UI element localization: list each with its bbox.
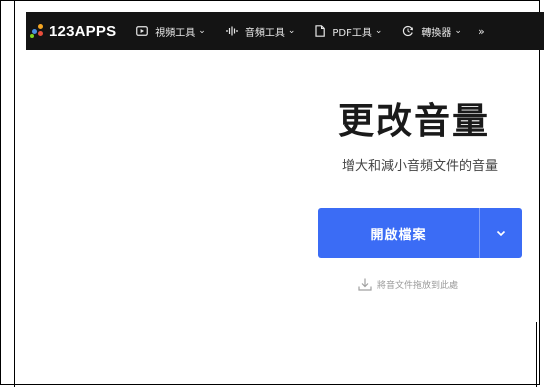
logo-dots-icon bbox=[30, 24, 46, 38]
right-border-line bbox=[536, 322, 537, 387]
top-navbar: 123APPS 視頻工具 ⌄ 音頻工具 ⌄ PDF工具 ⌄ 轉換器 ⌄ » bbox=[26, 12, 544, 50]
document-icon bbox=[315, 25, 326, 37]
nav-pdf-tools-label: PDF工具 bbox=[332, 27, 372, 39]
open-file-label: 開啟檔案 bbox=[370, 227, 427, 243]
open-file-dropdown-button[interactable] bbox=[480, 208, 522, 258]
chevron-down-icon: ⌄ bbox=[374, 26, 383, 36]
logo-text: 123APPS bbox=[49, 22, 117, 40]
page-title: 更改音量 bbox=[337, 101, 490, 142]
drop-zone-hint: 將音文件拖放到此處 bbox=[358, 278, 458, 291]
video-icon bbox=[136, 26, 149, 36]
left-border-line bbox=[14, 0, 15, 387]
nav-video-tools[interactable]: 視頻工具 ⌄ bbox=[136, 24, 206, 39]
chevron-down-icon: ⌄ bbox=[454, 26, 462, 36]
convert-icon bbox=[402, 25, 414, 37]
nav-video-tools-label: 視頻工具 bbox=[155, 27, 196, 39]
nav-converter-label: 轉換器 bbox=[421, 27, 452, 39]
nav-audio-tools[interactable]: 音頻工具 ⌄ bbox=[226, 24, 296, 39]
drop-zone-hint-text: 將音文件拖放到此處 bbox=[377, 281, 459, 291]
chevron-down-icon bbox=[496, 230, 506, 236]
open-file-button[interactable]: 開啟檔案 bbox=[318, 208, 522, 258]
page-subtitle: 增大和減小音頻文件的音量 bbox=[341, 159, 498, 174]
logo[interactable]: 123APPS bbox=[30, 23, 116, 40]
screenshot-frame bbox=[0, 0, 540, 385]
nav-converter[interactable]: 轉換器 ⌄ bbox=[402, 24, 462, 39]
chevron-down-icon: ⌄ bbox=[198, 26, 206, 36]
more-icon[interactable]: » bbox=[478, 25, 485, 38]
chevron-down-icon: ⌄ bbox=[287, 26, 296, 36]
nav-pdf-tools[interactable]: PDF工具 ⌄ bbox=[315, 24, 382, 39]
audio-wave-icon bbox=[226, 26, 238, 36]
download-icon bbox=[358, 278, 372, 291]
nav-audio-tools-label: 音頻工具 bbox=[244, 27, 285, 39]
